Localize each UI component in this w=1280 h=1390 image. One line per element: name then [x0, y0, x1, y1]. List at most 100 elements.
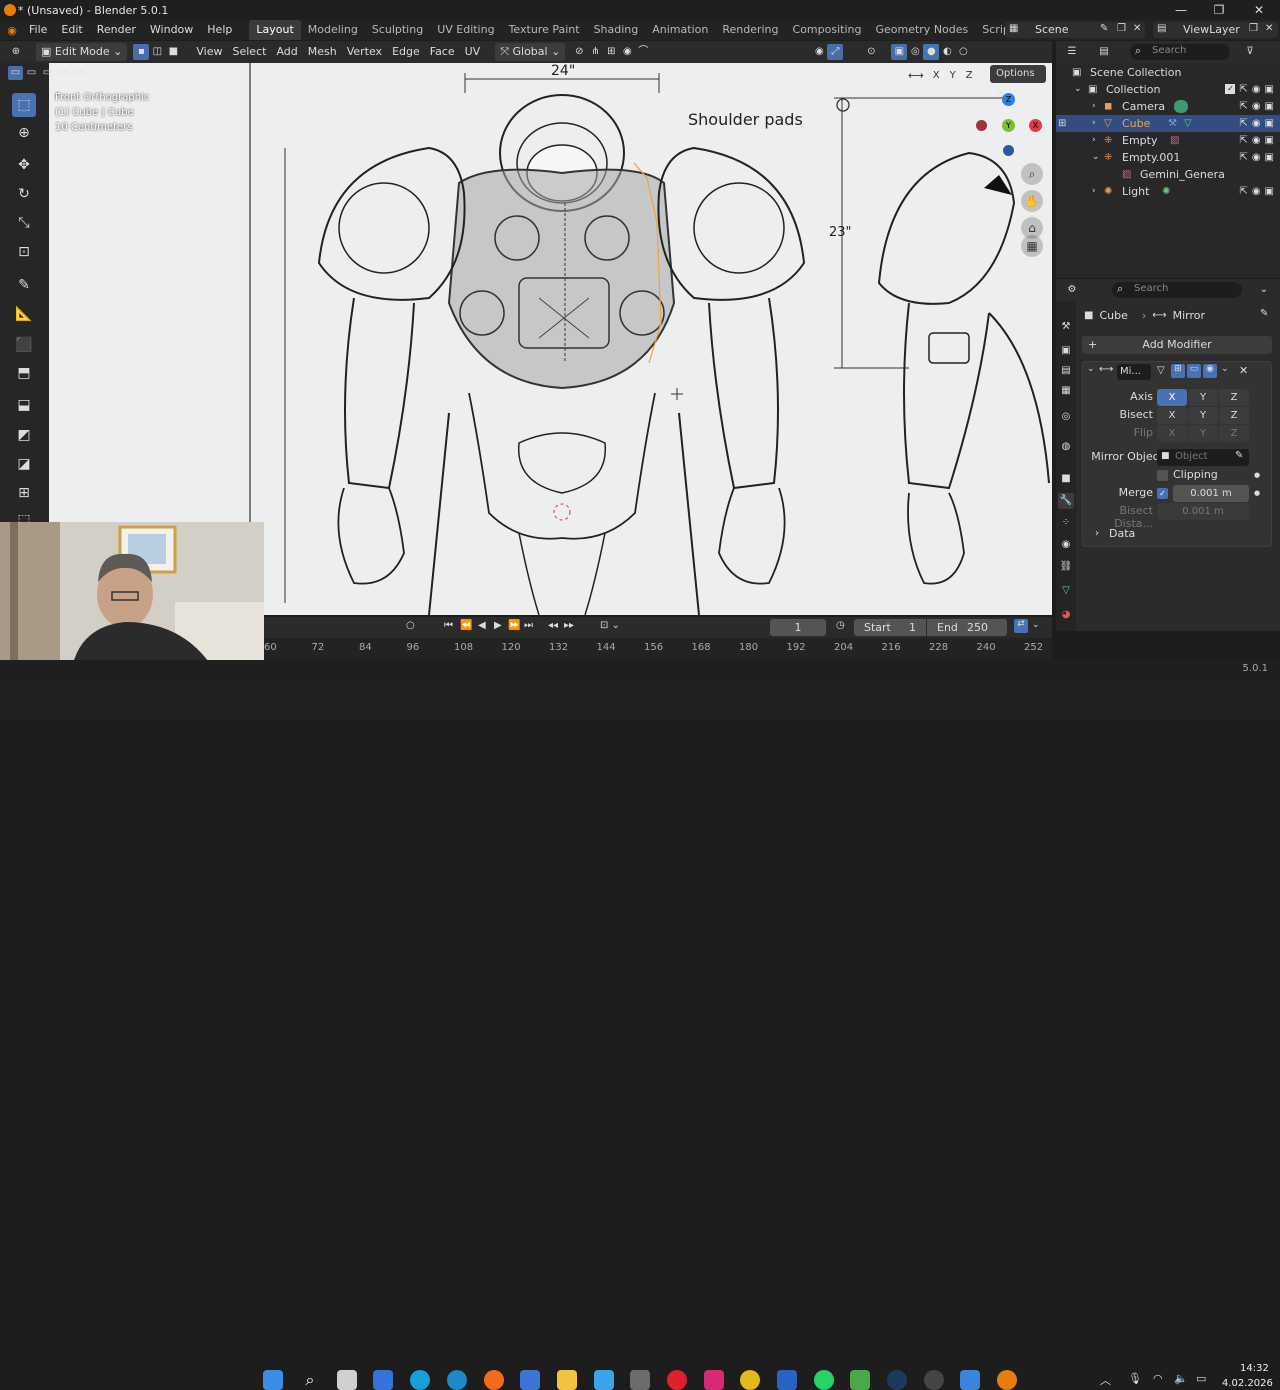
- volume-icon[interactable]: 🔈: [1174, 1372, 1188, 1385]
- scene-tab-icon[interactable]: ◎: [1058, 409, 1074, 425]
- edge-select-icon[interactable]: ◫: [149, 44, 165, 60]
- camera-toggle-icon[interactable]: ▣: [1265, 132, 1274, 149]
- overlay-toggle-icon[interactable]: ⊙: [863, 44, 879, 60]
- bisect-distance-field[interactable]: 0.001 m: [1157, 503, 1249, 520]
- blender-app-icon[interactable]: [997, 1370, 1017, 1390]
- store-app-icon[interactable]: [373, 1370, 393, 1390]
- outliner-row-image[interactable]: ▨ Gemini_Genera: [1056, 166, 1280, 183]
- notepad-app-icon[interactable]: [594, 1370, 614, 1390]
- falloff-icon[interactable]: ⌒: [635, 44, 651, 60]
- clock-icon[interactable]: ◷: [836, 620, 845, 631]
- mail-app-icon[interactable]: [777, 1370, 797, 1390]
- snap-icon[interactable]: ⋔: [587, 44, 603, 60]
- mirror-object-field[interactable]: ■ Object ✎: [1157, 449, 1249, 466]
- solid-shading-icon[interactable]: ●: [923, 44, 940, 60]
- calculator-app-icon[interactable]: [520, 1370, 540, 1390]
- camera-toggle-icon[interactable]: ▣: [1265, 183, 1274, 200]
- collapse-icon[interactable]: ⌄: [1087, 364, 1095, 374]
- menu-face[interactable]: Face: [425, 43, 460, 61]
- select-toggle-icon[interactable]: ⇱: [1239, 115, 1247, 132]
- merge-checkbox[interactable]: ✓: [1157, 488, 1168, 499]
- knife-tool-icon[interactable]: ⊞: [12, 481, 36, 505]
- bisect-x-toggle[interactable]: X: [1157, 407, 1187, 424]
- editor-type-icon[interactable]: ⊕: [8, 44, 24, 60]
- snap-target-icon[interactable]: ⊞: [603, 44, 619, 60]
- sync-icon[interactable]: ⇄: [1014, 619, 1028, 633]
- menu-edit[interactable]: Edit: [54, 20, 89, 40]
- keying-icon[interactable]: ⊡ ⌄: [600, 620, 620, 631]
- edit-cage-icon[interactable]: ▽: [1157, 365, 1165, 376]
- steam-app-icon[interactable]: [887, 1370, 907, 1390]
- menu-view[interactable]: View: [191, 43, 227, 61]
- select-toggle-icon[interactable]: ⇱: [1239, 183, 1247, 200]
- properties-editor-icon[interactable]: ⚙: [1064, 282, 1080, 298]
- flip-y-toggle[interactable]: Y: [1188, 425, 1218, 442]
- file-explorer-app-icon[interactable]: [557, 1370, 577, 1390]
- scene-selector[interactable]: ▦ Scene ✎ ❐ ✕: [1005, 22, 1145, 38]
- keyframe-dot-icon[interactable]: ●: [1254, 489, 1260, 497]
- chevron-right-icon[interactable]: ›: [1095, 528, 1099, 539]
- render-toggle-icon[interactable]: ◉: [1203, 364, 1217, 378]
- physics-tab-icon[interactable]: ◉: [1058, 537, 1074, 553]
- tab-compositing[interactable]: Compositing: [786, 20, 869, 40]
- move-tool-icon[interactable]: ✥: [12, 153, 36, 177]
- tab-layout[interactable]: Layout: [249, 20, 301, 40]
- tab-sculpting[interactable]: Sculpting: [365, 20, 430, 40]
- tab-animation[interactable]: Animation: [645, 20, 715, 40]
- keyframe-dot-icon[interactable]: ●: [1254, 471, 1260, 479]
- clock-date[interactable]: 4.02.2026: [1222, 1378, 1273, 1389]
- eye-icon[interactable]: ◉: [1252, 183, 1261, 200]
- edge-app-icon[interactable]: [447, 1370, 467, 1390]
- select-intersect-icon[interactable]: ▭: [72, 66, 87, 80]
- select-box-tool-icon[interactable]: ⬚: [12, 93, 36, 117]
- display-mode-icon[interactable]: ▤: [1096, 44, 1112, 60]
- whatsapp-app-icon[interactable]: [814, 1370, 834, 1390]
- ortho-toggle-icon[interactable]: ▦: [1021, 235, 1043, 257]
- axis-z-toggle[interactable]: Z: [1219, 389, 1249, 406]
- timeline-ruler[interactable]: 60 72 84 96 108 120 132 144 156 168 180 192 204 216 22…: [264, 638, 1052, 660]
- output-tab-icon[interactable]: ▤: [1058, 363, 1074, 379]
- tray-chevron-icon[interactable]: ︿: [1100, 1372, 1111, 1388]
- constraints-tab-icon[interactable]: ⛓: [1058, 559, 1074, 575]
- menu-mesh[interactable]: Mesh: [303, 43, 342, 61]
- media-app-icon[interactable]: [924, 1370, 944, 1390]
- outliner-editor-icon[interactable]: ☰: [1064, 44, 1080, 60]
- particles-tab-icon[interactable]: ⁘: [1058, 515, 1074, 531]
- gizmo-y-axis[interactable]: Y: [1002, 119, 1015, 132]
- sync-dropdown-icon[interactable]: ⌄: [1032, 620, 1040, 630]
- jump-keyframe-back-icon[interactable]: ⏪: [460, 620, 472, 631]
- vertex-select-icon[interactable]: ▪: [133, 44, 150, 60]
- render-tab-icon[interactable]: ▣: [1058, 343, 1074, 359]
- start-menu-icon[interactable]: [263, 1370, 283, 1390]
- gizmo-toggle-icon[interactable]: ⤢: [827, 44, 844, 60]
- select-toggle-icon[interactable]: ⇱: [1239, 149, 1247, 166]
- tab-modeling[interactable]: Modeling: [301, 20, 365, 40]
- select-new-icon[interactable]: ▭: [8, 66, 23, 80]
- wifi-icon[interactable]: ◠: [1153, 1372, 1163, 1385]
- eye-icon[interactable]: ◉: [1252, 115, 1261, 132]
- expand-icon[interactable]: ⌄: [1092, 149, 1100, 166]
- expand-icon[interactable]: ›: [1092, 115, 1096, 132]
- xray-toggle-icon[interactable]: ▣: [891, 44, 908, 60]
- modifier-tab-icon[interactable]: 🔧: [1058, 493, 1074, 509]
- transform-orientation-dropdown[interactable]: ⤧ Global ⌄: [495, 43, 566, 61]
- outliner-row-empty-001[interactable]: ⌄ ⁜ Empty.001 ⇱ ◉ ▣: [1056, 149, 1280, 166]
- camera-toggle-icon[interactable]: ▣: [1265, 81, 1274, 98]
- jump-start-icon[interactable]: ⏮: [444, 620, 453, 631]
- record-icon[interactable]: ○: [406, 620, 415, 631]
- editmode-toggle-icon[interactable]: ⊞: [1171, 364, 1185, 378]
- close-window-button[interactable]: ✕: [1240, 0, 1278, 20]
- clock-time[interactable]: 14:32: [1240, 1363, 1269, 1374]
- gizmo-x-axis[interactable]: X: [1029, 119, 1042, 132]
- tab-shading[interactable]: Shading: [587, 20, 646, 40]
- menu-render[interactable]: Render: [90, 20, 143, 40]
- jump-end-icon[interactable]: ⏭: [524, 620, 533, 631]
- end-frame-field[interactable]: End 250: [927, 619, 1007, 636]
- properties-options-icon[interactable]: ⌄: [1256, 282, 1272, 298]
- menu-vertex[interactable]: Vertex: [342, 43, 387, 61]
- eye-icon[interactable]: ◉: [1252, 81, 1261, 98]
- eye-icon[interactable]: ◉: [1252, 149, 1261, 166]
- next-marker-icon[interactable]: ▸▸: [564, 620, 574, 631]
- outliner-row-cube[interactable]: ⊞ › ▽ Cube ⚒ ▽ ⇱ ◉ ▣: [1056, 115, 1280, 132]
- material-tab-icon[interactable]: ◕: [1058, 607, 1074, 623]
